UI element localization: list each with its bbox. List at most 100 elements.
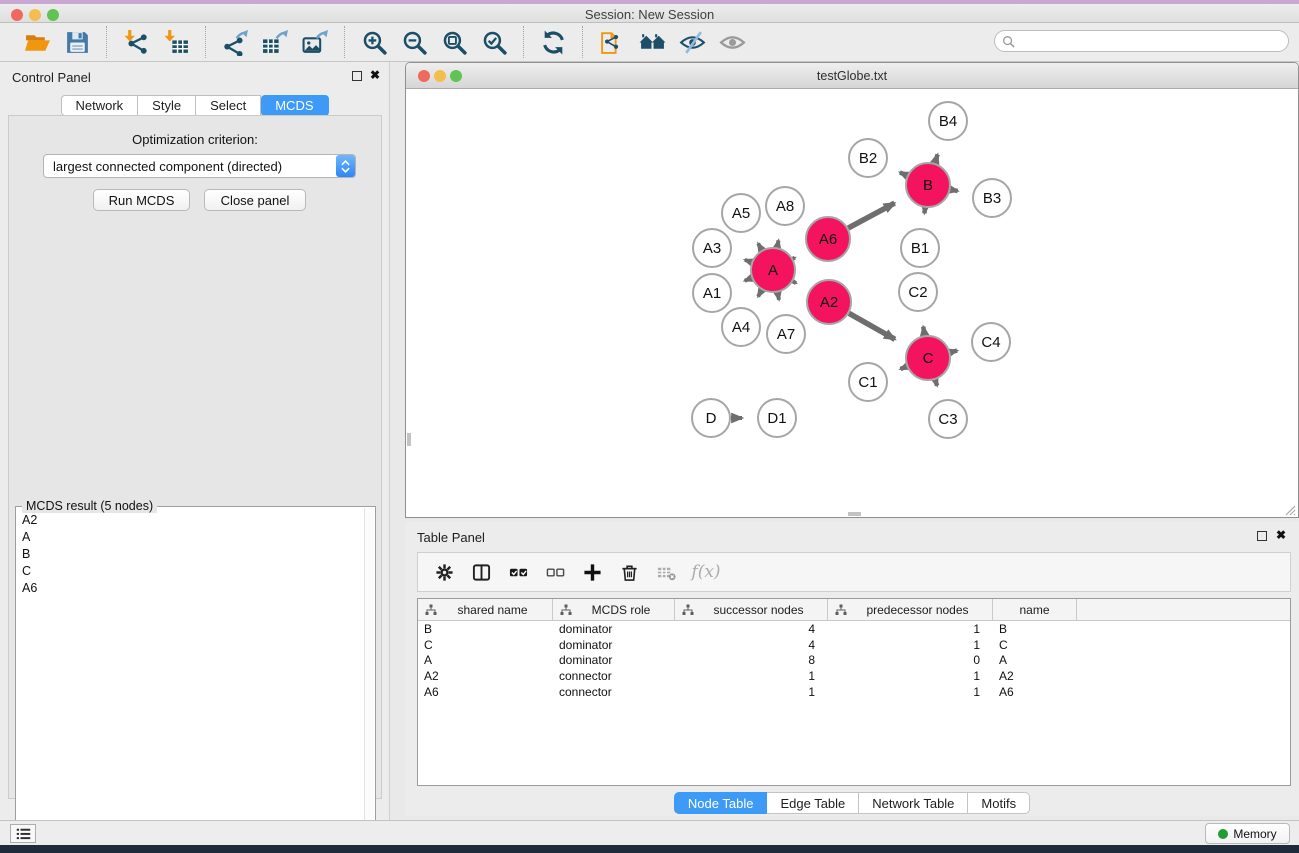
edge-B-B2[interactable] bbox=[900, 172, 907, 175]
table-cell[interactable]: A bbox=[993, 652, 1077, 668]
edge-A6-B[interactable] bbox=[848, 203, 894, 228]
edge-A-A7[interactable] bbox=[778, 293, 779, 300]
graph-node-D[interactable]: D bbox=[692, 399, 730, 437]
table-cell[interactable]: 1 bbox=[828, 684, 993, 700]
network-from-file-button[interactable] bbox=[592, 26, 632, 58]
graph-node-A2[interactable]: A2 bbox=[807, 280, 851, 324]
home-button[interactable] bbox=[632, 26, 672, 58]
run-mcds-button[interactable]: Run MCDS bbox=[93, 189, 190, 211]
table-row[interactable]: Cdominator41C bbox=[418, 637, 1290, 653]
edge-B-B3[interactable] bbox=[951, 190, 958, 191]
table-cell[interactable]: C bbox=[418, 637, 553, 653]
zoom-selected-button[interactable] bbox=[474, 26, 514, 58]
import-table-button[interactable] bbox=[156, 26, 196, 58]
edge-C-C3[interactable] bbox=[935, 380, 937, 386]
result-item[interactable]: B bbox=[16, 545, 363, 562]
table-cell[interactable]: connector bbox=[553, 684, 675, 700]
table-cell[interactable]: B bbox=[418, 621, 553, 637]
table-close-panel-icon[interactable]: ✖ bbox=[1276, 528, 1286, 542]
hide-graphics-details-button[interactable] bbox=[672, 26, 712, 58]
graph-node-B3[interactable]: B3 bbox=[973, 179, 1011, 217]
table-row[interactable]: Bdominator41B bbox=[418, 621, 1290, 637]
graph-node-A1[interactable]: A1 bbox=[693, 274, 731, 312]
column-header-predecessor-nodes[interactable]: predecessor nodes bbox=[828, 599, 993, 620]
edge-A-A4[interactable] bbox=[758, 290, 762, 296]
result-item[interactable]: C bbox=[16, 562, 363, 579]
edge-A2-C[interactable] bbox=[849, 313, 895, 339]
table-cell[interactable]: connector bbox=[553, 668, 675, 684]
unselect-all-columns-button[interactable] bbox=[541, 558, 569, 586]
edge-B-B4[interactable] bbox=[935, 154, 938, 163]
column-header-shared-name[interactable]: shared name bbox=[418, 599, 553, 620]
graph-node-B4[interactable]: B4 bbox=[929, 102, 967, 140]
graph-node-A3[interactable]: A3 bbox=[693, 229, 731, 267]
edge-A-A1[interactable] bbox=[745, 278, 752, 281]
float-panel-icon[interactable] bbox=[352, 71, 362, 81]
graph-node-A7[interactable]: A7 bbox=[767, 315, 805, 353]
column-header-successor-nodes[interactable]: successor nodes bbox=[675, 599, 828, 620]
edge-C-C1[interactable] bbox=[901, 367, 907, 370]
network-canvas[interactable]: AA1A2A3A4A5A6A7A8BB1B2B3B4CC1C2C3C4DD1 bbox=[407, 90, 1297, 517]
result-item[interactable]: A bbox=[16, 528, 363, 545]
table-cell[interactable]: A6 bbox=[993, 684, 1077, 700]
table-row[interactable]: A2connector11A2 bbox=[418, 668, 1290, 684]
tab-motifs[interactable]: Motifs bbox=[968, 792, 1030, 814]
search-input[interactable] bbox=[1019, 32, 1288, 50]
table-cell[interactable]: A2 bbox=[418, 668, 553, 684]
table-cell[interactable]: A6 bbox=[418, 684, 553, 700]
tab-style[interactable]: Style bbox=[138, 95, 196, 116]
import-network-button[interactable] bbox=[116, 26, 156, 58]
save-session-button[interactable] bbox=[57, 26, 97, 58]
edge-A-A6[interactable] bbox=[793, 258, 795, 259]
graph-node-C4[interactable]: C4 bbox=[972, 323, 1010, 361]
graph-node-A[interactable]: A bbox=[751, 248, 795, 292]
close-panel-button[interactable]: Close panel bbox=[204, 189, 306, 211]
table-cell[interactable]: dominator bbox=[553, 637, 675, 653]
horizontal-scroll-thumb[interactable] bbox=[848, 512, 861, 516]
edge-A-A5[interactable] bbox=[758, 244, 762, 250]
table-settings-button[interactable] bbox=[430, 558, 458, 586]
table-cell[interactable]: 4 bbox=[675, 621, 828, 637]
table-row[interactable]: A6connector11A6 bbox=[418, 684, 1290, 700]
result-item[interactable]: A6 bbox=[16, 579, 363, 596]
graph-node-A5[interactable]: A5 bbox=[722, 194, 760, 232]
memory-button[interactable]: Memory bbox=[1205, 823, 1290, 844]
table-row[interactable]: Adominator80A bbox=[418, 652, 1290, 668]
edge-A-A3[interactable] bbox=[745, 260, 752, 262]
table-cell[interactable]: 1 bbox=[675, 684, 828, 700]
zoom-in-button[interactable] bbox=[354, 26, 394, 58]
tab-mcds[interactable]: MCDS bbox=[261, 95, 328, 116]
search-field[interactable] bbox=[994, 30, 1289, 52]
open-session-button[interactable] bbox=[17, 26, 57, 58]
table-cell[interactable]: 1 bbox=[675, 668, 828, 684]
graph-node-C[interactable]: C bbox=[906, 336, 950, 380]
tab-network-table[interactable]: Network Table bbox=[859, 792, 968, 814]
column-header-MCDS-role[interactable]: MCDS role bbox=[553, 599, 675, 620]
network-window-titlebar[interactable]: testGlobe.txt bbox=[406, 63, 1298, 89]
table-cell[interactable]: dominator bbox=[553, 621, 675, 637]
optimization-criterion-select[interactable]: largest connected component (directed) bbox=[43, 154, 356, 178]
vertical-scroll-thumb[interactable] bbox=[407, 433, 411, 446]
table-cell[interactable]: B bbox=[993, 621, 1077, 637]
delete-column-button[interactable] bbox=[615, 558, 643, 586]
graph-node-B1[interactable]: B1 bbox=[901, 229, 939, 267]
graph-node-A8[interactable]: A8 bbox=[766, 187, 804, 225]
result-item[interactable]: A2 bbox=[16, 511, 363, 528]
export-table-button[interactable] bbox=[255, 26, 295, 58]
table-cell[interactable]: 1 bbox=[828, 637, 993, 653]
table-cell[interactable]: 1 bbox=[828, 668, 993, 684]
table-cell[interactable]: 8 bbox=[675, 652, 828, 668]
graph-node-B[interactable]: B bbox=[906, 163, 950, 207]
resize-grip[interactable] bbox=[1282, 502, 1296, 516]
table-cell[interactable]: 1 bbox=[828, 621, 993, 637]
table-float-panel-icon[interactable] bbox=[1257, 531, 1267, 541]
graph-node-A6[interactable]: A6 bbox=[806, 217, 850, 261]
table-cell[interactable]: dominator bbox=[553, 652, 675, 668]
result-scrollbar[interactable] bbox=[364, 508, 374, 847]
export-network-button[interactable] bbox=[215, 26, 255, 58]
table-cell[interactable]: A2 bbox=[993, 668, 1077, 684]
task-history-button[interactable] bbox=[10, 824, 36, 843]
close-panel-icon[interactable]: ✖ bbox=[370, 68, 380, 82]
graph-node-C3[interactable]: C3 bbox=[929, 400, 967, 438]
tab-select[interactable]: Select bbox=[196, 95, 261, 116]
